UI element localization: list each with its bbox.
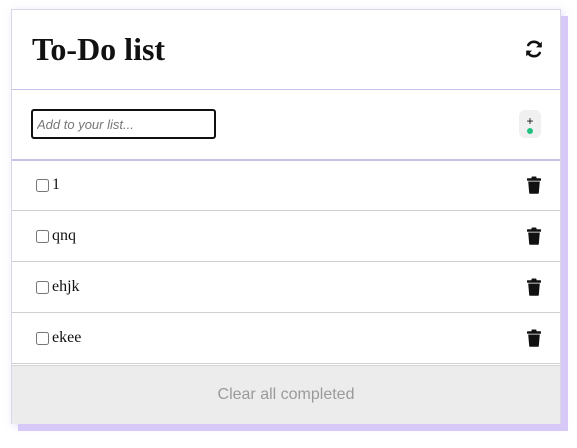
page-title: To-Do list: [32, 31, 166, 67]
item-checkbox[interactable]: [36, 230, 49, 243]
item-label: 1: [52, 176, 60, 193]
item-checkbox[interactable]: [36, 281, 49, 294]
todo-card: To-Do list + 1 qnq: [11, 9, 561, 424]
item-label: qnq: [52, 227, 76, 244]
trash-icon[interactable]: [526, 329, 542, 347]
item-label: ehjk: [52, 278, 80, 295]
list-item: ekee: [12, 313, 560, 364]
trash-icon[interactable]: [526, 278, 542, 296]
item-checkbox[interactable]: [36, 332, 49, 345]
trash-icon[interactable]: [526, 176, 542, 194]
list-item: 1: [12, 160, 560, 211]
trash-icon[interactable]: [526, 227, 542, 245]
status-dot: [527, 128, 533, 134]
refresh-icon[interactable]: [524, 39, 544, 59]
add-item-input[interactable]: [31, 109, 216, 139]
list-item: qnq: [12, 211, 560, 262]
footer: Clear all completed: [12, 365, 560, 424]
item-label: ekee: [52, 329, 82, 346]
clear-completed-button[interactable]: Clear all completed: [212, 385, 361, 405]
add-row: +: [12, 90, 560, 161]
item-checkbox[interactable]: [36, 179, 49, 192]
header: To-Do list: [12, 10, 560, 90]
todo-list: 1 qnq ehjk ekee: [12, 160, 560, 364]
add-item-button[interactable]: +: [519, 110, 541, 138]
plus-icon: +: [526, 114, 534, 128]
list-item: ehjk: [12, 262, 560, 313]
